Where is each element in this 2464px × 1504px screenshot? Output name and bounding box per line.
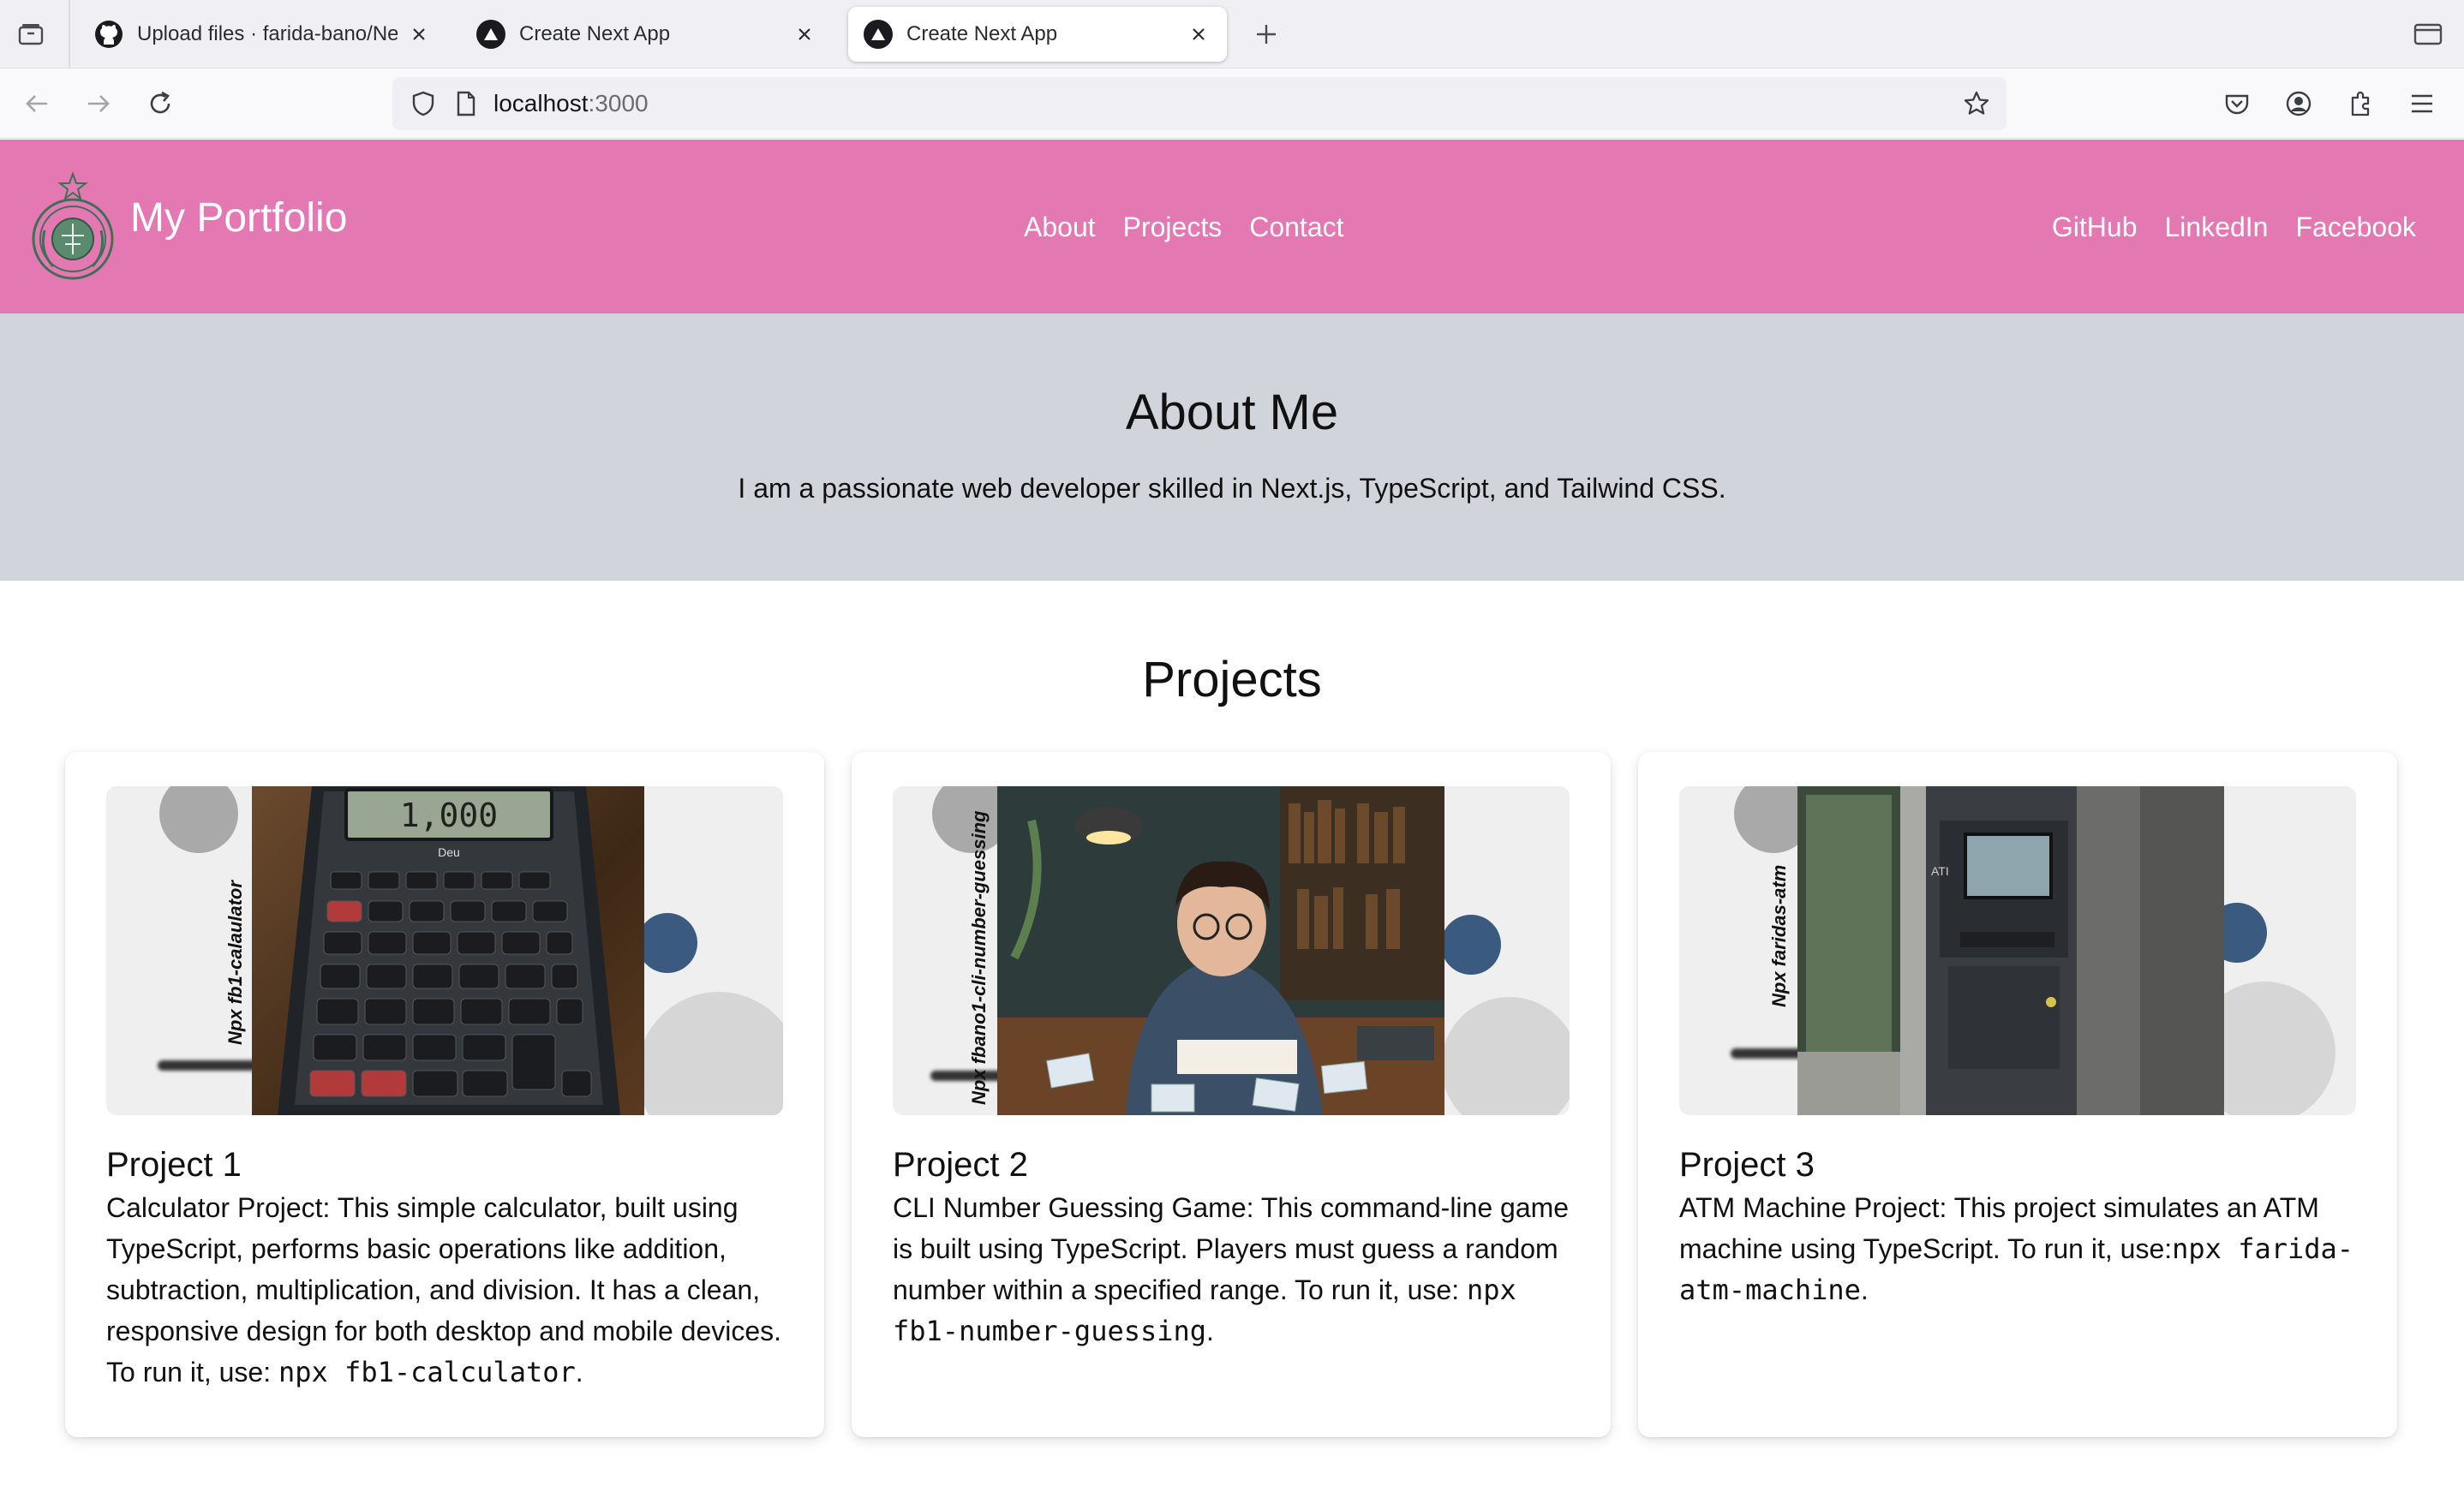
site-header: My Portfolio About Projects Contact GitH… (0, 140, 2464, 313)
pocket-icon[interactable] (2217, 84, 2257, 123)
github-icon (94, 20, 123, 49)
calculator-brand-text: Deu (438, 845, 460, 859)
decor-circle (637, 913, 697, 973)
url-bar[interactable]: localhost:3000 (392, 77, 2006, 130)
url-text[interactable]: localhost:3000 (493, 90, 649, 117)
calculator-photo: 1,000 Deu (252, 786, 644, 1115)
portfolio-logo-emblem-icon (32, 171, 114, 280)
tab-title: Create Next App (519, 22, 671, 45)
project-2-image: Npx fbano1-cli-number-guessing (893, 786, 1570, 1115)
project-1-image: 1,000 Deu Npx fb1-calaulator (106, 786, 783, 1115)
project-card-2: Npx fbano1-cli-number-guessing Project 2… (852, 752, 1611, 1437)
tab-list-icon[interactable] (12, 15, 50, 53)
nav-link-facebook[interactable]: Facebook (2295, 212, 2416, 243)
social-nav: GitHub LinkedIn Facebook (2052, 212, 2416, 243)
project-2-description: CLI Number Guessing Game: This command-l… (893, 1187, 1578, 1352)
project-1-desc-end: . (575, 1357, 583, 1388)
nextjs-triangle-icon (476, 20, 505, 49)
url-host: localhost (493, 90, 589, 116)
about-title: About Me (1125, 385, 1339, 440)
hamburger-menu-icon[interactable] (2402, 84, 2442, 123)
tab-separator (69, 0, 70, 69)
reload-icon[interactable] (141, 84, 180, 123)
project-2-image-label: Npx fbano1-cli-number-guessing (968, 810, 990, 1105)
project-1-title: Project 1 (106, 1146, 242, 1184)
decor-circle (637, 992, 783, 1115)
main-nav: About Projects Contact (1024, 212, 1344, 243)
about-section: About Me I am a passionate web developer… (0, 313, 2464, 581)
account-icon[interactable] (2279, 84, 2318, 123)
project-1-image-label: Npx fb1-calaulator (224, 880, 246, 1045)
nav-link-linkedin[interactable]: LinkedIn (2164, 212, 2268, 243)
forward-arrow-icon[interactable] (79, 84, 118, 123)
project-card-3: ATI Npx faridas-atm Project 3 ATM Machin… (1638, 752, 2397, 1437)
project-1-description: Calculator Project: This simple calculat… (106, 1187, 792, 1393)
project-1-command: npx fb1-calculator (278, 1356, 576, 1388)
about-text: I am a passionate web developer skilled … (738, 473, 1726, 504)
atm-machine-photo: ATI (1797, 786, 2224, 1115)
url-port: :3000 (588, 90, 649, 116)
browser-tab-bar: Upload files · farida-bano/Next-js Creat… (0, 0, 2464, 69)
project-2-desc-end: . (1206, 1316, 1214, 1346)
project-3-title: Project 3 (1679, 1146, 1815, 1184)
close-icon[interactable] (406, 21, 432, 47)
brand-title[interactable]: My Portfolio (130, 194, 347, 242)
new-tab-plus-icon[interactable] (1247, 15, 1285, 53)
close-icon[interactable] (1186, 21, 1211, 47)
project-card-1: 1,000 Deu Npx fb1-calaulator Project 1 C… (65, 752, 824, 1437)
decor-circle (1441, 915, 1501, 975)
decor-circle (159, 786, 238, 853)
calculator-screen-text: 1,000 (400, 797, 498, 834)
nav-link-contact[interactable]: Contact (1249, 212, 1343, 243)
bookmark-star-icon[interactable] (1957, 84, 1996, 123)
tab-github-upload[interactable]: Upload files · farida-bano/Next-js (79, 7, 447, 62)
extensions-puzzle-icon[interactable] (2341, 84, 2380, 123)
projects-title: Projects (1142, 652, 1322, 707)
atm-sign-text: ATI (1931, 864, 1949, 878)
project-2-title: Project 2 (893, 1146, 1028, 1184)
student-studying-photo (997, 786, 1444, 1115)
tab-title: Create Next App (906, 22, 1058, 45)
tab-title: Upload files · farida-bano/Next-js (137, 22, 398, 45)
nextjs-triangle-icon (864, 20, 893, 49)
project-3-description: ATM Machine Project: This project simula… (1679, 1187, 2365, 1310)
project-3-image: ATI Npx faridas-atm (1679, 786, 2356, 1115)
browser-nav-bar: localhost:3000 (0, 69, 2464, 139)
tab-create-next-app-active[interactable]: Create Next App (848, 7, 1227, 62)
decor-brush-stroke (1731, 1048, 1808, 1059)
nav-link-projects[interactable]: Projects (1123, 212, 1223, 243)
nav-link-github[interactable]: GitHub (2052, 212, 2138, 243)
close-icon[interactable] (792, 21, 817, 47)
shield-icon[interactable] (404, 85, 442, 122)
tab-create-next-app-1[interactable]: Create Next App (461, 7, 833, 62)
project-3-image-label: Npx faridas-atm (1768, 864, 1790, 1007)
project-3-desc-end: . (1860, 1274, 1869, 1305)
nav-link-about[interactable]: About (1024, 212, 1096, 243)
decor-circle (1441, 997, 1570, 1115)
back-arrow-icon[interactable] (17, 84, 57, 123)
page-icon[interactable] (451, 85, 481, 122)
decor-brush-stroke (158, 1060, 260, 1071)
sidebar-toggle-icon[interactable] (2409, 15, 2447, 53)
